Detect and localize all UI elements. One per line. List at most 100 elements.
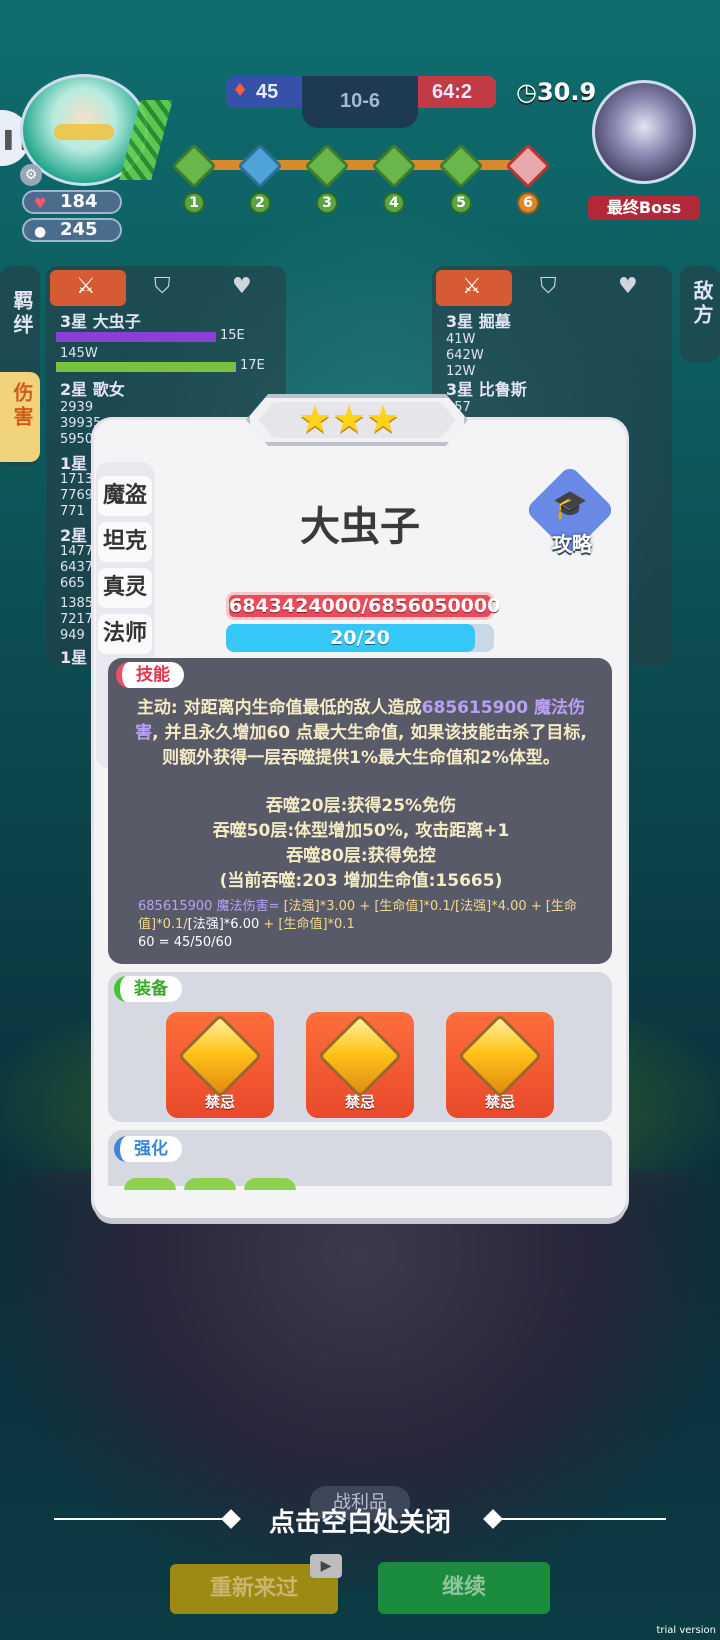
tab-damage-bg[interactable]: 伤害 bbox=[0, 372, 40, 462]
fire-icon: ♦ bbox=[232, 80, 249, 101]
skill-text-part: , 并且永久增加60 点最大生命值, 如果该技能击杀了目标, 则额外获得一层吞噬… bbox=[152, 723, 587, 768]
skill-formula: 685615900 魔法伤害= [法强]*3.00 + [生命值]*0.1/[法… bbox=[138, 898, 598, 952]
forbidden-crown-icon bbox=[457, 1013, 543, 1099]
boss-avatar[interactable] bbox=[592, 80, 696, 184]
row-v1: 15E bbox=[220, 328, 245, 343]
close-hint[interactable]: 点击空白处关闭 bbox=[250, 1502, 470, 1539]
class-tab-rogue[interactable]: 魔盗 bbox=[98, 476, 152, 516]
row-v3: 771 bbox=[60, 504, 85, 519]
clock-icon: ◷ bbox=[516, 78, 537, 106]
stage-node bbox=[371, 143, 417, 189]
red-score-value: 64:2 bbox=[432, 81, 473, 103]
blue-score-value: 45 bbox=[256, 81, 279, 103]
boss-stage-node bbox=[505, 143, 551, 189]
stage-number: 4 bbox=[383, 192, 405, 214]
hero-hp-text: 6843424000/6856050000 bbox=[229, 595, 501, 617]
row-name: 3星 大虫子 bbox=[60, 312, 141, 331]
row-v1: 41W bbox=[446, 332, 476, 347]
shield-icon[interactable]: ⛉ bbox=[154, 274, 171, 299]
row-v1: 2939 bbox=[60, 400, 94, 415]
heart-tab-icon[interactable]: ♥ bbox=[232, 274, 252, 299]
enhancement-chip[interactable] bbox=[244, 1178, 296, 1190]
blue-team-score: ♦ 45 bbox=[226, 76, 302, 108]
star-row: ★★★ bbox=[298, 400, 400, 438]
trial-watermark: trial version bbox=[656, 1625, 716, 1636]
hero-name: 大虫子 bbox=[300, 504, 420, 550]
sword-icon: ⚔ bbox=[462, 274, 482, 299]
sword-tab[interactable]: ⚔ bbox=[436, 270, 512, 306]
damage-bar bbox=[56, 332, 216, 342]
round-indicator: 10-6 bbox=[302, 76, 418, 128]
star-icon: ★ bbox=[298, 397, 333, 441]
equipment-name: 禁忌 bbox=[344, 1093, 375, 1111]
class-tab-tank[interactable]: 坦克 bbox=[98, 522, 152, 562]
skill-line: (当前吞噬:203 增加生命值:15665) bbox=[219, 871, 503, 891]
enhancement-chip[interactable] bbox=[124, 1178, 176, 1190]
row-name: 3星 掘墓 bbox=[446, 312, 511, 331]
stage-number: 3 bbox=[316, 192, 338, 214]
row-v1: 1713 bbox=[60, 472, 94, 487]
row-v2: 6437 bbox=[60, 560, 94, 575]
row-v2: 7217 bbox=[60, 612, 94, 627]
tab-enemy[interactable]: 敌方 bbox=[688, 280, 717, 328]
class-tab-spirit[interactable]: 真灵 bbox=[98, 568, 152, 608]
damage-bar bbox=[56, 362, 236, 372]
continue-button[interactable]: 继续 bbox=[378, 1562, 550, 1614]
row-v3: 5950 bbox=[60, 432, 94, 447]
enhancement-chip[interactable] bbox=[184, 1178, 236, 1190]
player-gold-value: 245 bbox=[60, 219, 98, 240]
stage-node bbox=[438, 143, 484, 189]
close-divider-left bbox=[54, 1518, 232, 1520]
graduation-cap-icon: 🎓 bbox=[552, 488, 588, 521]
shield-icon[interactable]: ⛉ bbox=[540, 274, 557, 299]
formula-value: 685615900 魔法伤害= bbox=[138, 899, 280, 914]
red-team-score: 64:2 bbox=[418, 76, 496, 108]
sword-tab[interactable]: ⚔ bbox=[50, 270, 126, 306]
class-tab-mage[interactable]: 法师 bbox=[98, 614, 152, 654]
tab-damage[interactable]: 伤害 bbox=[8, 382, 37, 430]
stage-number: 1 bbox=[183, 192, 205, 214]
restart-button[interactable]: 重新来过 ▶ bbox=[170, 1554, 342, 1614]
skill-tag: 技能 bbox=[116, 662, 184, 688]
player-hp-value: 184 bbox=[60, 191, 98, 212]
row-v3: 665 bbox=[60, 576, 85, 591]
equipment-item[interactable]: 禁忌 bbox=[306, 1012, 414, 1118]
star-icon: ★ bbox=[332, 397, 367, 441]
heart-tab-icon[interactable]: ♥ bbox=[618, 274, 638, 299]
equipment-name: 禁忌 bbox=[204, 1093, 235, 1111]
skill-description: 主动: 对距离内生命值最低的敌人造成685615900 魔法伤害, 并且永久增加… bbox=[126, 696, 596, 771]
row-v1: 1385 bbox=[60, 596, 94, 611]
row-name: 2星 bbox=[60, 526, 88, 545]
guide-button-label[interactable]: 攻略 bbox=[540, 528, 604, 557]
skill-damage-value: 685615900 bbox=[421, 698, 529, 718]
formula-part: [法强]*6.00 bbox=[187, 917, 260, 932]
right-side-tabs: 敌方 bbox=[680, 266, 720, 362]
row-v2: 7769 bbox=[60, 488, 94, 503]
enhancement-box bbox=[108, 1130, 612, 1186]
hero-mana-bar: 20/20 bbox=[226, 624, 494, 652]
row-name: 2星 歌女 bbox=[60, 380, 125, 399]
formula-part: 60 = 45/50/60 bbox=[138, 935, 233, 950]
stage-number: 6 bbox=[517, 192, 539, 214]
row-name: 3星 比鲁斯 bbox=[446, 380, 527, 399]
row-v1: 1477 bbox=[60, 544, 94, 559]
close-divider-right bbox=[488, 1518, 666, 1520]
stage-node bbox=[304, 143, 350, 189]
stage-node bbox=[171, 143, 217, 189]
round-timer: ◷30.9 bbox=[516, 78, 596, 106]
left-side-tabs: 羁绊 伤害 bbox=[0, 266, 40, 466]
row-v2: 642W bbox=[446, 348, 484, 363]
equipment-item[interactable]: 禁忌 bbox=[166, 1012, 274, 1118]
gear-icon[interactable]: ⚙ bbox=[20, 164, 42, 186]
equipment-item[interactable]: 禁忌 bbox=[446, 1012, 554, 1118]
round-value: 10-6 bbox=[339, 90, 381, 112]
sword-icon: ⚔ bbox=[76, 274, 96, 299]
skill-text-part: 主动: 对距离内生命值最低的敌人造成 bbox=[136, 698, 422, 718]
row-v3: 949 bbox=[60, 628, 85, 643]
restart-label: 重新来过 bbox=[209, 1576, 298, 1601]
stage-number: 2 bbox=[249, 192, 271, 214]
row-v3: 17E bbox=[240, 358, 265, 373]
heart-icon: ♥ bbox=[34, 196, 47, 212]
tab-bond[interactable]: 羁绊 bbox=[8, 290, 37, 338]
star-icon: ★ bbox=[366, 397, 401, 441]
